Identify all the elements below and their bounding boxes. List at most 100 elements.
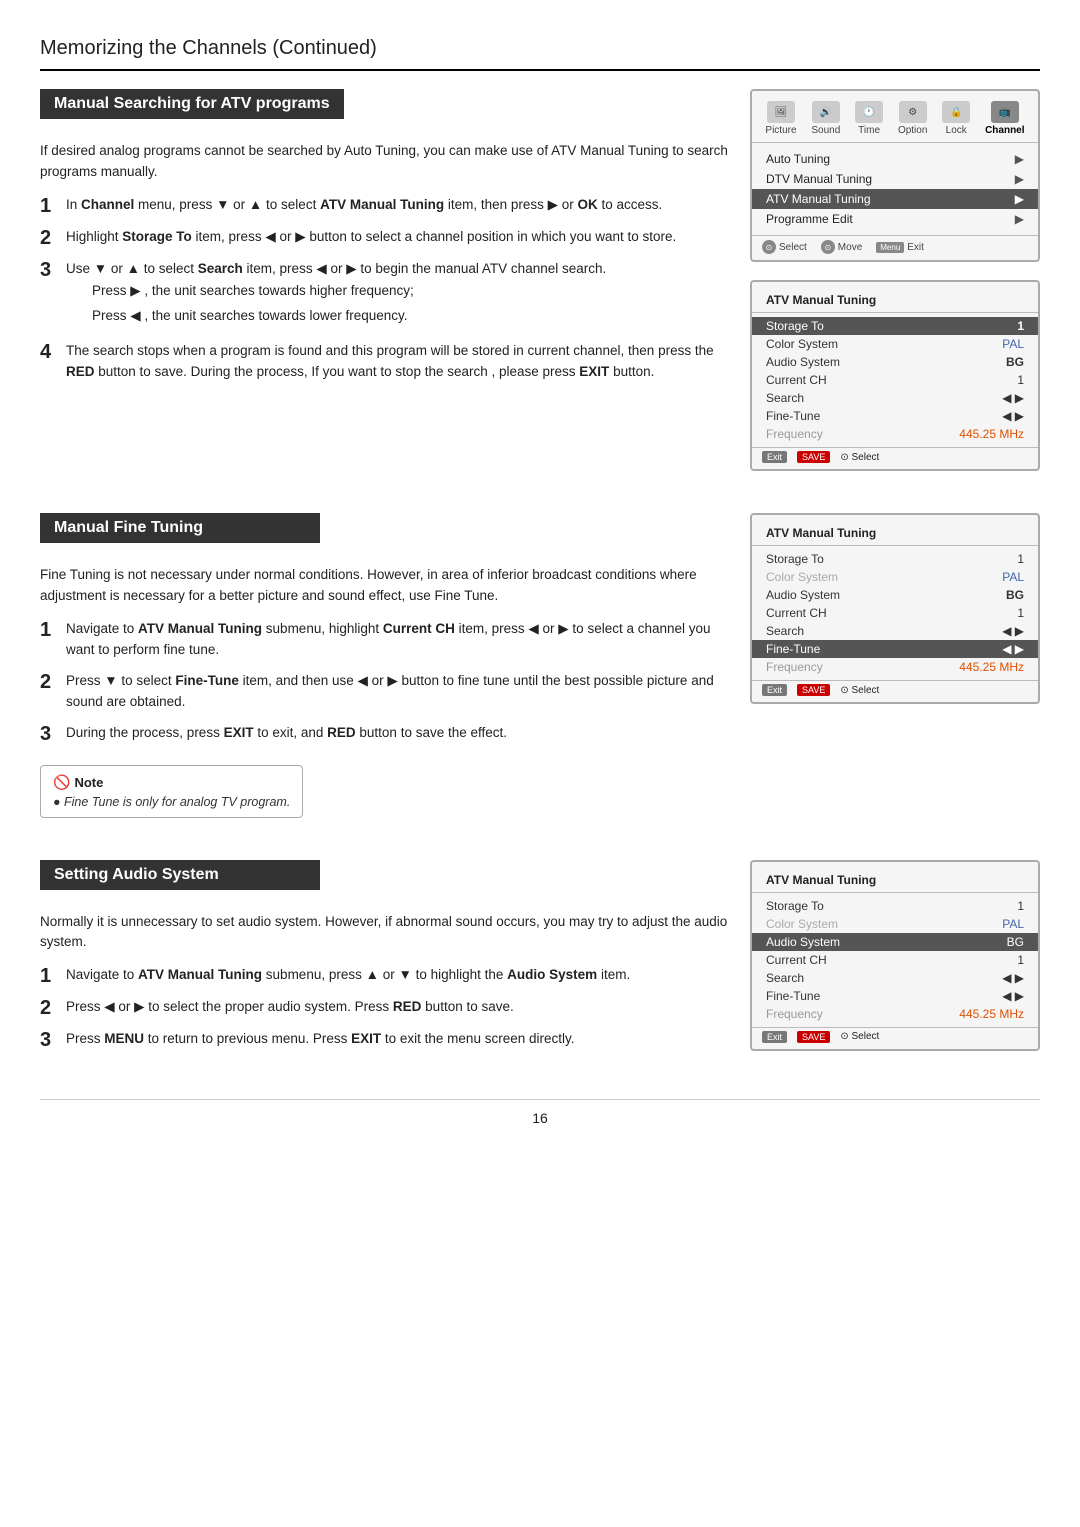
- page-title: Memorizing the Channels (Continued): [40, 30, 1040, 71]
- note-item-1: ● Fine Tune is only for analog TV progra…: [53, 795, 290, 809]
- atv2-row-currentch: Current CH 1: [752, 604, 1038, 622]
- step-4-num: 4: [40, 341, 58, 363]
- step-1-num: 1: [40, 195, 58, 217]
- step-3-sub2: Press ◀ , the unit searches towards lowe…: [92, 305, 606, 327]
- select-btn-icon: ⊙: [762, 240, 776, 254]
- page-number: 16: [40, 1099, 1040, 1126]
- atv3-row-color: Color System PAL: [752, 915, 1038, 933]
- move-btn-icon: ⊙: [821, 240, 835, 254]
- setting-audio-section: Setting Audio System Normally it is unne…: [40, 860, 730, 1069]
- icon-channel: 📺 Channel: [985, 101, 1024, 136]
- menu-row-programme-edit: Programme Edit▶: [752, 209, 1038, 229]
- time-icon-shape: 🕐: [855, 101, 883, 123]
- atv-row-currentch: Current CH 1: [752, 371, 1038, 389]
- atv2-save-btn: SAVE: [797, 684, 830, 696]
- icon-lock: 🔒 Lock: [942, 101, 970, 136]
- atv-panel-3-title: ATV Manual Tuning: [752, 870, 1038, 893]
- step-4: 4 The search stops when a program is fou…: [40, 341, 730, 383]
- atv2-row-audio: Audio System BG: [752, 586, 1038, 604]
- atv-row-finetune: Fine-Tune ◀ ▶: [752, 407, 1038, 425]
- atv3-save-btn: SAVE: [797, 1031, 830, 1043]
- atv-panel-1: ATV Manual Tuning Storage To 1 Color Sys…: [750, 280, 1040, 471]
- channel-icon-shape: 📺: [991, 101, 1019, 123]
- atv-panel-2: ATV Manual Tuning Storage To 1 Color Sys…: [750, 513, 1040, 704]
- atv3-row-freq: Frequency 445.25 MHz: [752, 1005, 1038, 1023]
- sa-step-2: 2 Press ◀ or ▶ to select the proper audi…: [40, 997, 730, 1019]
- atv3-row-currentch: Current CH 1: [752, 951, 1038, 969]
- bottom-exit: Menu Exit: [876, 240, 924, 254]
- icon-time: 🕐 Time: [855, 101, 883, 136]
- atv3-row-storage: Storage To 1: [752, 897, 1038, 915]
- step-2-text: Highlight Storage To item, press ◀ or ▶ …: [66, 227, 676, 248]
- sa-step-3-num: 3: [40, 1029, 58, 1051]
- option-icon-shape: ⚙: [899, 101, 927, 123]
- tv-bottom-bar: ⊙ Select ⊙ Move Menu Exit: [752, 235, 1038, 254]
- setting-audio-header: Setting Audio System: [40, 860, 320, 890]
- manual-fine-tuning-section: Manual Fine Tuning Fine Tuning is not ne…: [40, 513, 730, 836]
- menu-row-auto-tuning: Auto Tuning▶: [752, 149, 1038, 169]
- lock-icon-shape: 🔒: [942, 101, 970, 123]
- sa-step-1-num: 1: [40, 965, 58, 987]
- icon-sound: 🔊 Sound: [811, 101, 840, 136]
- manual-searching-intro: If desired analog programs cannot be sea…: [40, 141, 730, 183]
- atv2-exit-btn: Exit: [762, 684, 787, 696]
- atv-row-search: Search ◀ ▶: [752, 389, 1038, 407]
- ft-step-1: 1 Navigate to ATV Manual Tuning submenu,…: [40, 619, 730, 661]
- ft-step-3-num: 3: [40, 723, 58, 745]
- sa-step-1-text: Navigate to ATV Manual Tuning submenu, p…: [66, 965, 630, 986]
- manual-searching-header: Manual Searching for ATV programs: [40, 89, 344, 119]
- ft-step-3: 3 During the process, press EXIT to exit…: [40, 723, 730, 745]
- bottom-move: ⊙ Move: [821, 240, 862, 254]
- ft-step-2: 2 Press ▼ to select Fine-Tune item, and …: [40, 671, 730, 713]
- step-3-num: 3: [40, 259, 58, 281]
- atv-panel-1-title: ATV Manual Tuning: [752, 290, 1038, 313]
- title-main: Memorizing the Channels: [40, 37, 267, 59]
- atv-panel-1-bottom: Exit SAVE ⊙ Select: [752, 447, 1038, 463]
- sa-step-3-text: Press MENU to return to previous menu. P…: [66, 1029, 574, 1050]
- step-1-text: In Channel menu, press ▼ or ▲ to select …: [66, 195, 662, 216]
- atv2-row-search: Search ◀ ▶: [752, 622, 1038, 640]
- atv3-row-finetune: Fine-Tune ◀ ▶: [752, 987, 1038, 1005]
- fine-tuning-header: Manual Fine Tuning: [40, 513, 320, 543]
- atv2-row-finetune: Fine-Tune ◀ ▶: [752, 640, 1038, 658]
- menu-row-dtv-manual: DTV Manual Tuning▶: [752, 169, 1038, 189]
- sa-step-1: 1 Navigate to ATV Manual Tuning submenu,…: [40, 965, 730, 987]
- ft-step-1-num: 1: [40, 619, 58, 641]
- atv3-row-audio: Audio System BG: [752, 933, 1038, 951]
- fine-tuning-intro: Fine Tuning is not necessary under norma…: [40, 565, 730, 607]
- atv3-exit-btn: Exit: [762, 1031, 787, 1043]
- setting-audio-intro: Normally it is unnecessary to set audio …: [40, 912, 730, 954]
- atv-panel-2-title: ATV Manual Tuning: [752, 523, 1038, 546]
- atv2-row-color: Color System PAL: [752, 568, 1038, 586]
- step-2-num: 2: [40, 227, 58, 249]
- tv-icon-bar: 🖼 Picture 🔊 Sound 🕐 Time ⚙ Option 🔒: [752, 101, 1038, 143]
- atv-panel-3: ATV Manual Tuning Storage To 1 Color Sys…: [750, 860, 1040, 1051]
- tv-channel-menu: 🖼 Picture 🔊 Sound 🕐 Time ⚙ Option 🔒: [750, 89, 1040, 262]
- icon-picture: 🖼 Picture: [765, 101, 796, 136]
- atv-exit-btn: Exit: [762, 451, 787, 463]
- manual-searching-visuals: 🖼 Picture 🔊 Sound 🕐 Time ⚙ Option 🔒: [750, 89, 1040, 489]
- picture-icon-shape: 🖼: [767, 101, 795, 123]
- sa-step-2-text: Press ◀ or ▶ to select the proper audio …: [66, 997, 514, 1018]
- atv2-row-storage: Storage To 1: [752, 550, 1038, 568]
- title-suffix: (Continued): [267, 37, 377, 59]
- bottom-select: ⊙ Select: [762, 240, 807, 254]
- step-4-text: The search stops when a program is found…: [66, 341, 730, 383]
- atv-row-freq: Frequency 445.25 MHz: [752, 425, 1038, 443]
- atv-row-storage: Storage To 1: [752, 317, 1038, 335]
- atv-row-color: Color System PAL: [752, 335, 1038, 353]
- atv-row-audio: Audio System BG: [752, 353, 1038, 371]
- sound-icon-shape: 🔊: [812, 101, 840, 123]
- note-title: 🚫 Note: [53, 774, 290, 791]
- sa-step-2-num: 2: [40, 997, 58, 1019]
- exit-btn-icon: Menu: [876, 242, 904, 253]
- manual-searching-section: Manual Searching for ATV programs If des…: [40, 89, 730, 489]
- atv3-row-search: Search ◀ ▶: [752, 969, 1038, 987]
- ft-step-2-num: 2: [40, 671, 58, 693]
- setting-audio-visuals: ATV Manual Tuning Storage To 1 Color Sys…: [750, 860, 1040, 1069]
- setting-audio-steps: 1 Navigate to ATV Manual Tuning submenu,…: [40, 965, 730, 1051]
- step-3-sub1: Press ▶ , the unit searches towards high…: [92, 280, 606, 302]
- note-icon: 🚫: [53, 774, 70, 791]
- step-2: 2 Highlight Storage To item, press ◀ or …: [40, 227, 730, 249]
- step-1: 1 In Channel menu, press ▼ or ▲ to selec…: [40, 195, 730, 217]
